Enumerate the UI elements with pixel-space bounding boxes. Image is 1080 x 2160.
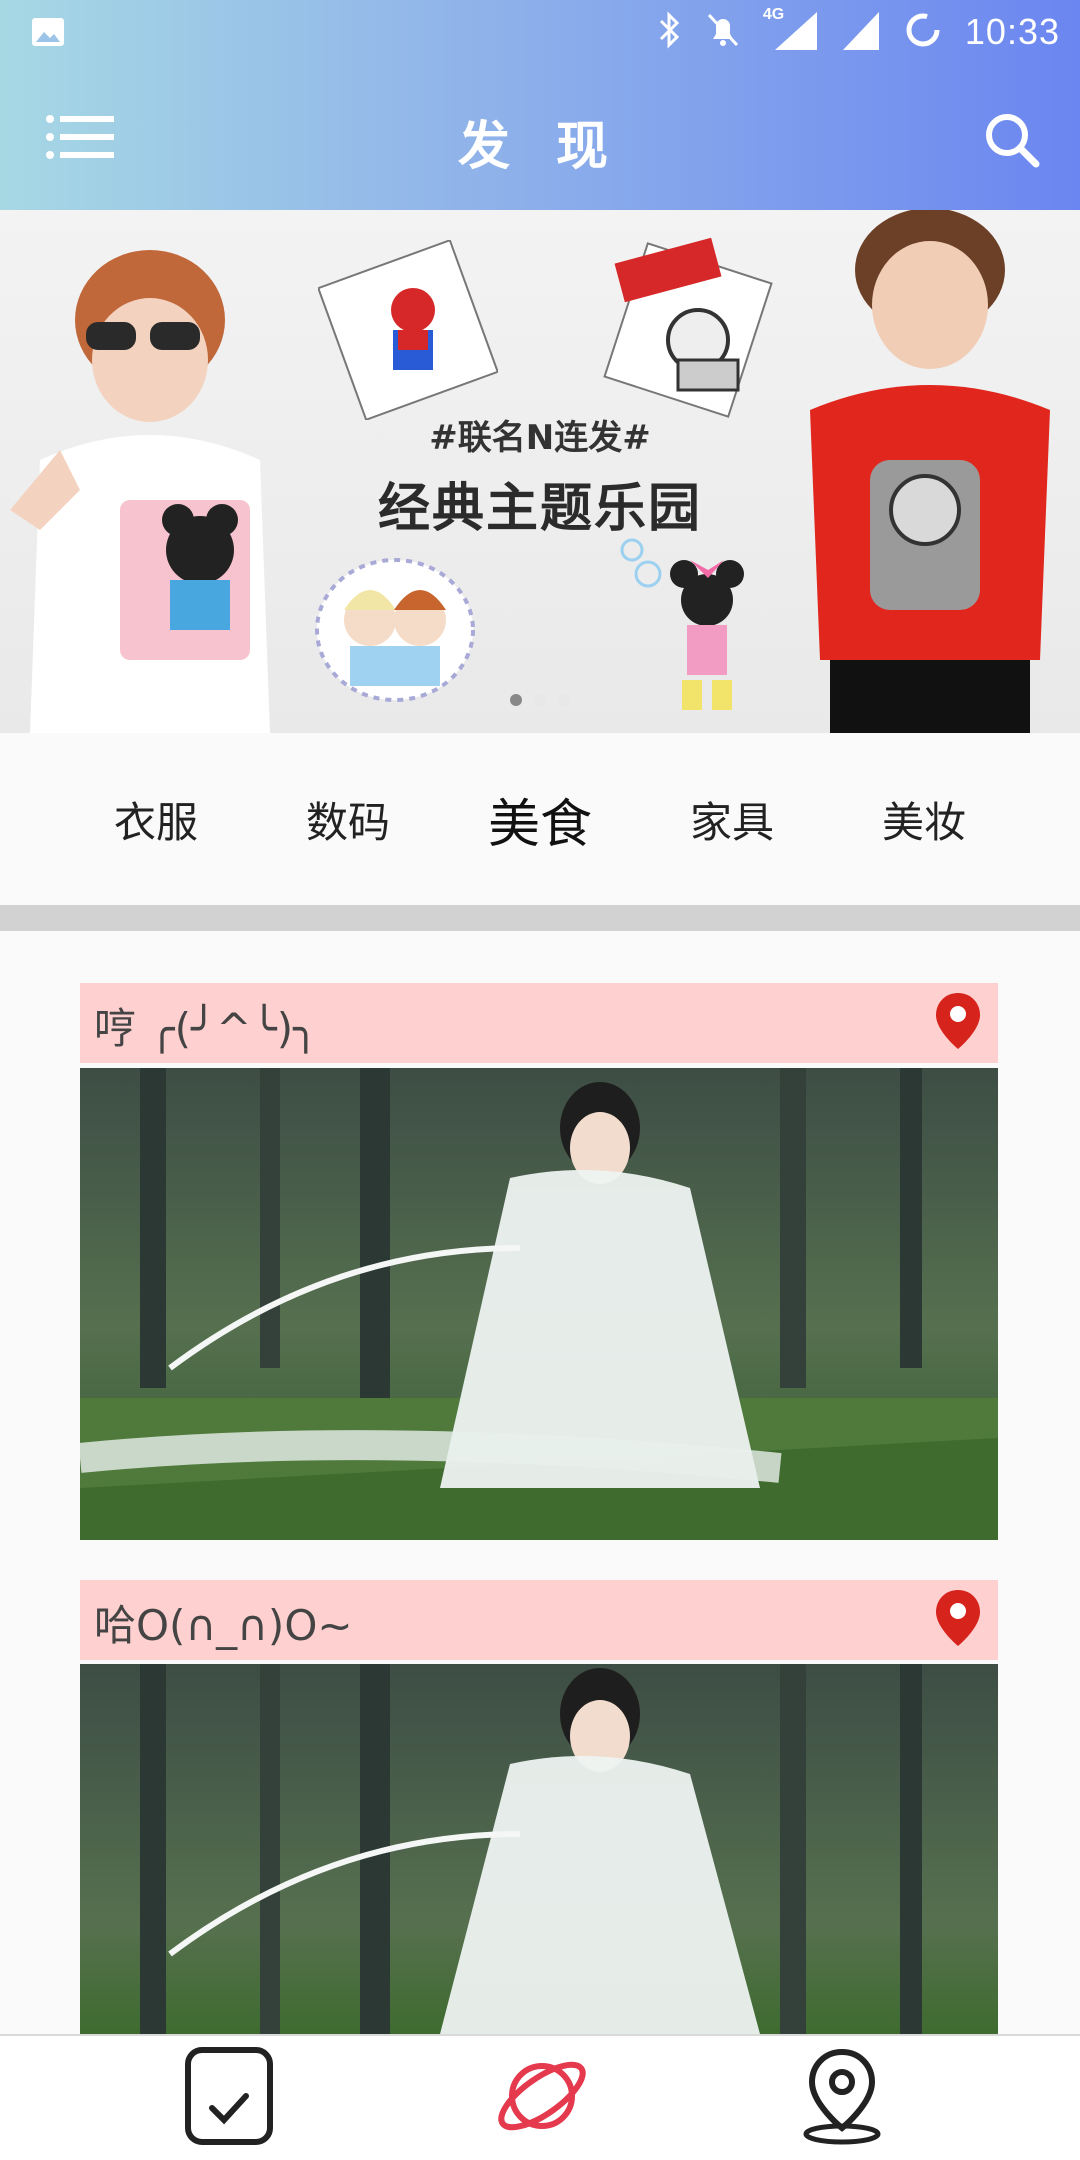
frozen-sticker — [315, 558, 475, 702]
category-tabs: 衣服 数码 美食 家具 美妆 — [0, 733, 1080, 905]
spiderman-sticker — [318, 240, 498, 420]
banner-carousel[interactable]: #联名N连发# 经典主题乐园 — [0, 210, 1080, 733]
section-divider — [0, 905, 1080, 931]
top-bar: 4G 10:33 发 现 — [0, 0, 1080, 210]
location-pin-icon[interactable] — [934, 1588, 982, 1652]
post-photo[interactable] — [80, 1664, 998, 2034]
wifi-icon — [841, 8, 881, 56]
bluetooth-icon — [657, 11, 683, 53]
post-photo[interactable] — [80, 1068, 998, 1540]
post-caption: 哈O(∩_∩)O~ — [94, 1601, 353, 1650]
category-tab-makeup[interactable]: 美妆 — [844, 789, 1004, 850]
location-pin-icon[interactable] — [934, 991, 982, 1055]
page-title: 发 现 — [457, 117, 623, 177]
network-label: 4G — [762, 6, 785, 23]
post-caption: 哼 ╭(╯^╰)╮ — [94, 1004, 319, 1053]
post-caption-bar: 哼 ╭(╯^╰)╮ — [80, 983, 998, 1063]
category-tab-digital[interactable]: 数码 — [268, 789, 428, 850]
category-tab-clothes[interactable]: 衣服 — [76, 789, 236, 850]
category-tab-furniture[interactable]: 家具 — [652, 789, 812, 850]
image-icon — [30, 14, 66, 54]
carousel-indicator — [0, 694, 1080, 706]
clock: 10:33 — [964, 11, 1060, 52]
mute-icon — [705, 11, 741, 53]
status-icons: 4G 10:33 — [657, 6, 1060, 58]
category-tab-food[interactable]: 美食 — [460, 782, 620, 857]
app-bar: 发 现 — [0, 64, 1080, 210]
map-pin-icon[interactable] — [800, 2046, 884, 2150]
status-bar: 4G 10:33 — [0, 0, 1080, 64]
carousel-dot[interactable] — [510, 694, 522, 706]
signal-4g-icon: 4G — [762, 6, 819, 56]
sync-icon — [903, 10, 943, 54]
banner-kid-right-image — [810, 210, 1050, 733]
post-photo-image — [80, 1664, 998, 2034]
task-check-icon[interactable] — [184, 2046, 274, 2150]
search-icon[interactable] — [984, 112, 1040, 172]
bottom-nav — [0, 2034, 1080, 2160]
post-caption-bar: 哈O(∩_∩)O~ — [80, 1580, 998, 1660]
starwars-sticker — [603, 237, 773, 418]
carousel-dot[interactable] — [558, 694, 570, 706]
planet-icon[interactable] — [492, 2046, 592, 2150]
post-photo-image — [80, 1068, 998, 1540]
carousel-dot[interactable] — [534, 694, 546, 706]
